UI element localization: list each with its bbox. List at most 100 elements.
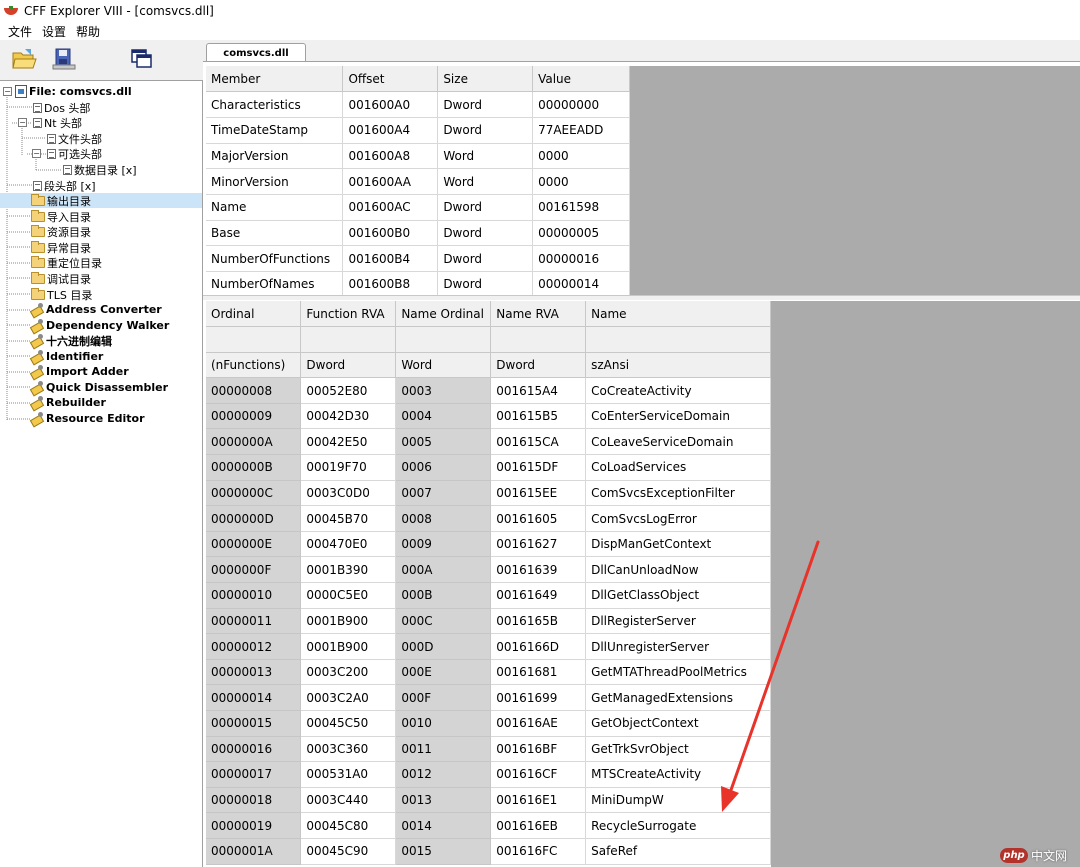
table-cell[interactable]: NumberOfNames [206, 271, 344, 298]
table-cell[interactable]: CoCreateActivity [585, 377, 771, 404]
table-row[interactable]: MinorVersion 001600AA Word 0000 [206, 168, 630, 195]
table-row[interactable]: 0000000F 0001B390 000A 00161639 DllCanUnload… [206, 556, 771, 584]
table-cell[interactable]: MajorVersion [206, 143, 344, 170]
table-cell[interactable]: GetManagedExtensions [585, 684, 771, 711]
column-header[interactable]: Size [437, 66, 534, 93]
table-cell[interactable]: 00000014 [532, 271, 630, 298]
table-row[interactable]: NumberOfNames 001600B8 Dword 00000014 [206, 271, 630, 298]
tree-item-identifier[interactable]: Identifier [31, 349, 103, 364]
table-cell[interactable]: 0003C440 [300, 787, 397, 814]
table-cell[interactable]: DispManGetContext [585, 531, 771, 558]
table-cell[interactable]: 0006 [395, 454, 492, 481]
table-cell[interactable]: 00161598 [532, 194, 630, 221]
table-cell[interactable]: 00000008 [206, 377, 302, 404]
tree-item-debug-directory[interactable]: 调试目录 [31, 271, 91, 286]
table-cell[interactable]: CoLoadServices [585, 454, 771, 481]
table-cell[interactable]: Name [206, 194, 344, 221]
table-cell[interactable]: 001615CA [490, 428, 587, 456]
table-cell[interactable]: 00042E50 [300, 428, 397, 456]
table-row[interactable]: Name 001600AC Dword 00161598 [206, 194, 630, 221]
table-cell[interactable]: 00000010 [206, 582, 302, 609]
table-cell[interactable]: 000531A0 [300, 761, 397, 788]
table-cell[interactable]: 0012 [395, 761, 492, 788]
table-cell[interactable]: ComSvcsLogError [585, 505, 771, 532]
table-cell[interactable]: 00000017 [206, 761, 302, 788]
table-row[interactable]: NumberOfFunctions 001600B4 Dword 00000016 [206, 245, 630, 272]
collapse-optional-header-toggle[interactable]: − [32, 149, 41, 158]
table-row[interactable]: 00000010 0000C5E0 000B 00161649 DllGetClassO… [206, 582, 771, 609]
table-cell[interactable]: GetTrkSvrObject [585, 736, 771, 763]
table-row[interactable]: 0000000B 00019F70 0006 001615DF CoLoadServic… [206, 454, 771, 481]
table-cell[interactable]: 0014 [395, 812, 492, 839]
table-cell[interactable]: 000E [395, 659, 492, 686]
table-cell[interactable]: MiniDumpW [585, 787, 771, 814]
windows-icon[interactable] [128, 45, 156, 73]
table-cell[interactable]: 001600B4 [342, 245, 439, 272]
table-cell[interactable]: 00000013 [206, 659, 302, 686]
table-row[interactable]: Characteristics 001600A0 Dword 00000000 [206, 91, 630, 118]
tree-item-optional-header[interactable]: 可选头部 [47, 146, 102, 161]
table-cell[interactable]: Word [437, 143, 534, 170]
table-cell[interactable]: RecycleSurrogate [585, 812, 771, 839]
table-cell[interactable]: 001616AE [490, 710, 587, 737]
table-cell[interactable]: 001600A0 [342, 91, 439, 118]
table-cell[interactable]: 00045C50 [300, 710, 397, 737]
table-cell[interactable]: 00045B70 [300, 505, 397, 532]
table-cell[interactable]: GetMTAThreadPoolMetrics [585, 659, 771, 686]
table-cell[interactable]: 0003C2A0 [300, 684, 397, 711]
tree-item-import-adder[interactable]: Import Adder [31, 364, 129, 379]
table-row[interactable]: 00000008 00052E80 0003 001615A4 CoCreateActi… [206, 377, 771, 404]
table-cell[interactable]: 001616FC [490, 838, 587, 865]
table-cell[interactable]: 001615EE [490, 480, 587, 507]
table-cell[interactable]: 000470E0 [300, 531, 397, 558]
table-row[interactable]: 00000017 000531A0 0012 001616CF MTSCreateAct… [206, 761, 771, 788]
tree-item-quick-disassembler[interactable]: Quick Disassembler [31, 380, 168, 395]
tree-item-address-converter[interactable]: Address Converter [31, 302, 162, 317]
table-cell[interactable]: 00161681 [490, 659, 587, 686]
column-header[interactable]: Name RVA [490, 301, 587, 328]
menu-help[interactable]: 帮助 [71, 23, 105, 40]
table-cell[interactable]: 0000000B [206, 454, 302, 481]
table-cell[interactable]: 001616CF [490, 761, 587, 788]
table-cell[interactable]: 0000000C [206, 480, 302, 507]
table-cell[interactable]: 77AEEADD [532, 117, 630, 144]
table-cell[interactable]: 00045C80 [300, 812, 397, 839]
table-row[interactable]: 00000014 0003C2A0 000F 00161699 GetManagedEx… [206, 684, 771, 711]
table-cell[interactable]: 0000C5E0 [300, 582, 397, 609]
table-cell[interactable]: DllGetClassObject [585, 582, 771, 609]
tree-item-exception-directory[interactable]: 异常目录 [31, 240, 91, 255]
table-cell[interactable]: 00052E80 [300, 377, 397, 404]
table-cell[interactable]: MTSCreateActivity [585, 761, 771, 788]
tree-item-resource-editor[interactable]: Resource Editor [31, 411, 145, 426]
table-cell[interactable]: 00000016 [206, 736, 302, 763]
table-row[interactable]: Base 001600B0 Dword 00000005 [206, 220, 630, 247]
table-cell[interactable]: 00000015 [206, 710, 302, 737]
table-cell[interactable]: Dword [437, 91, 534, 118]
table-cell[interactable]: Characteristics [206, 91, 344, 118]
table-cell[interactable]: 0013 [395, 787, 492, 814]
table-cell[interactable]: DllCanUnloadNow [585, 556, 771, 584]
tree-item-hex-editor[interactable]: 十六进制编辑 [31, 333, 112, 348]
table-cell[interactable]: Dword [437, 220, 534, 247]
table-cell[interactable]: 0007 [395, 480, 492, 507]
table-cell[interactable]: 00000016 [532, 245, 630, 272]
pane-splitter[interactable] [203, 295, 1080, 300]
tree-item-export-directory[interactable]: 输出目录 [0, 193, 202, 208]
menu-file[interactable]: 文件 [3, 23, 37, 40]
table-cell[interactable]: 001600B0 [342, 220, 439, 247]
tree-item-import-directory[interactable]: 导入目录 [31, 209, 91, 224]
table-cell[interactable]: Dword [437, 271, 534, 298]
table-cell[interactable]: 0000 [532, 143, 630, 170]
table-cell[interactable]: 001616E1 [490, 787, 587, 814]
table-cell[interactable]: DllRegisterServer [585, 608, 771, 635]
tab-comsvcs-dll[interactable]: comsvcs.dll [206, 43, 306, 63]
collapse-file-toggle[interactable]: − [3, 87, 12, 96]
table-cell[interactable]: ComSvcsExceptionFilter [585, 480, 771, 507]
column-header[interactable]: Value [532, 66, 630, 93]
table-cell[interactable]: CoLeaveServiceDomain [585, 428, 771, 456]
table-row[interactable]: 0000000E 000470E0 0009 00161627 DispManGetCo… [206, 531, 771, 558]
open-file-icon[interactable] [10, 45, 38, 73]
column-header[interactable]: Name [585, 301, 771, 328]
table-cell[interactable]: 0010 [395, 710, 492, 737]
table-cell[interactable]: TimeDateStamp [206, 117, 344, 144]
